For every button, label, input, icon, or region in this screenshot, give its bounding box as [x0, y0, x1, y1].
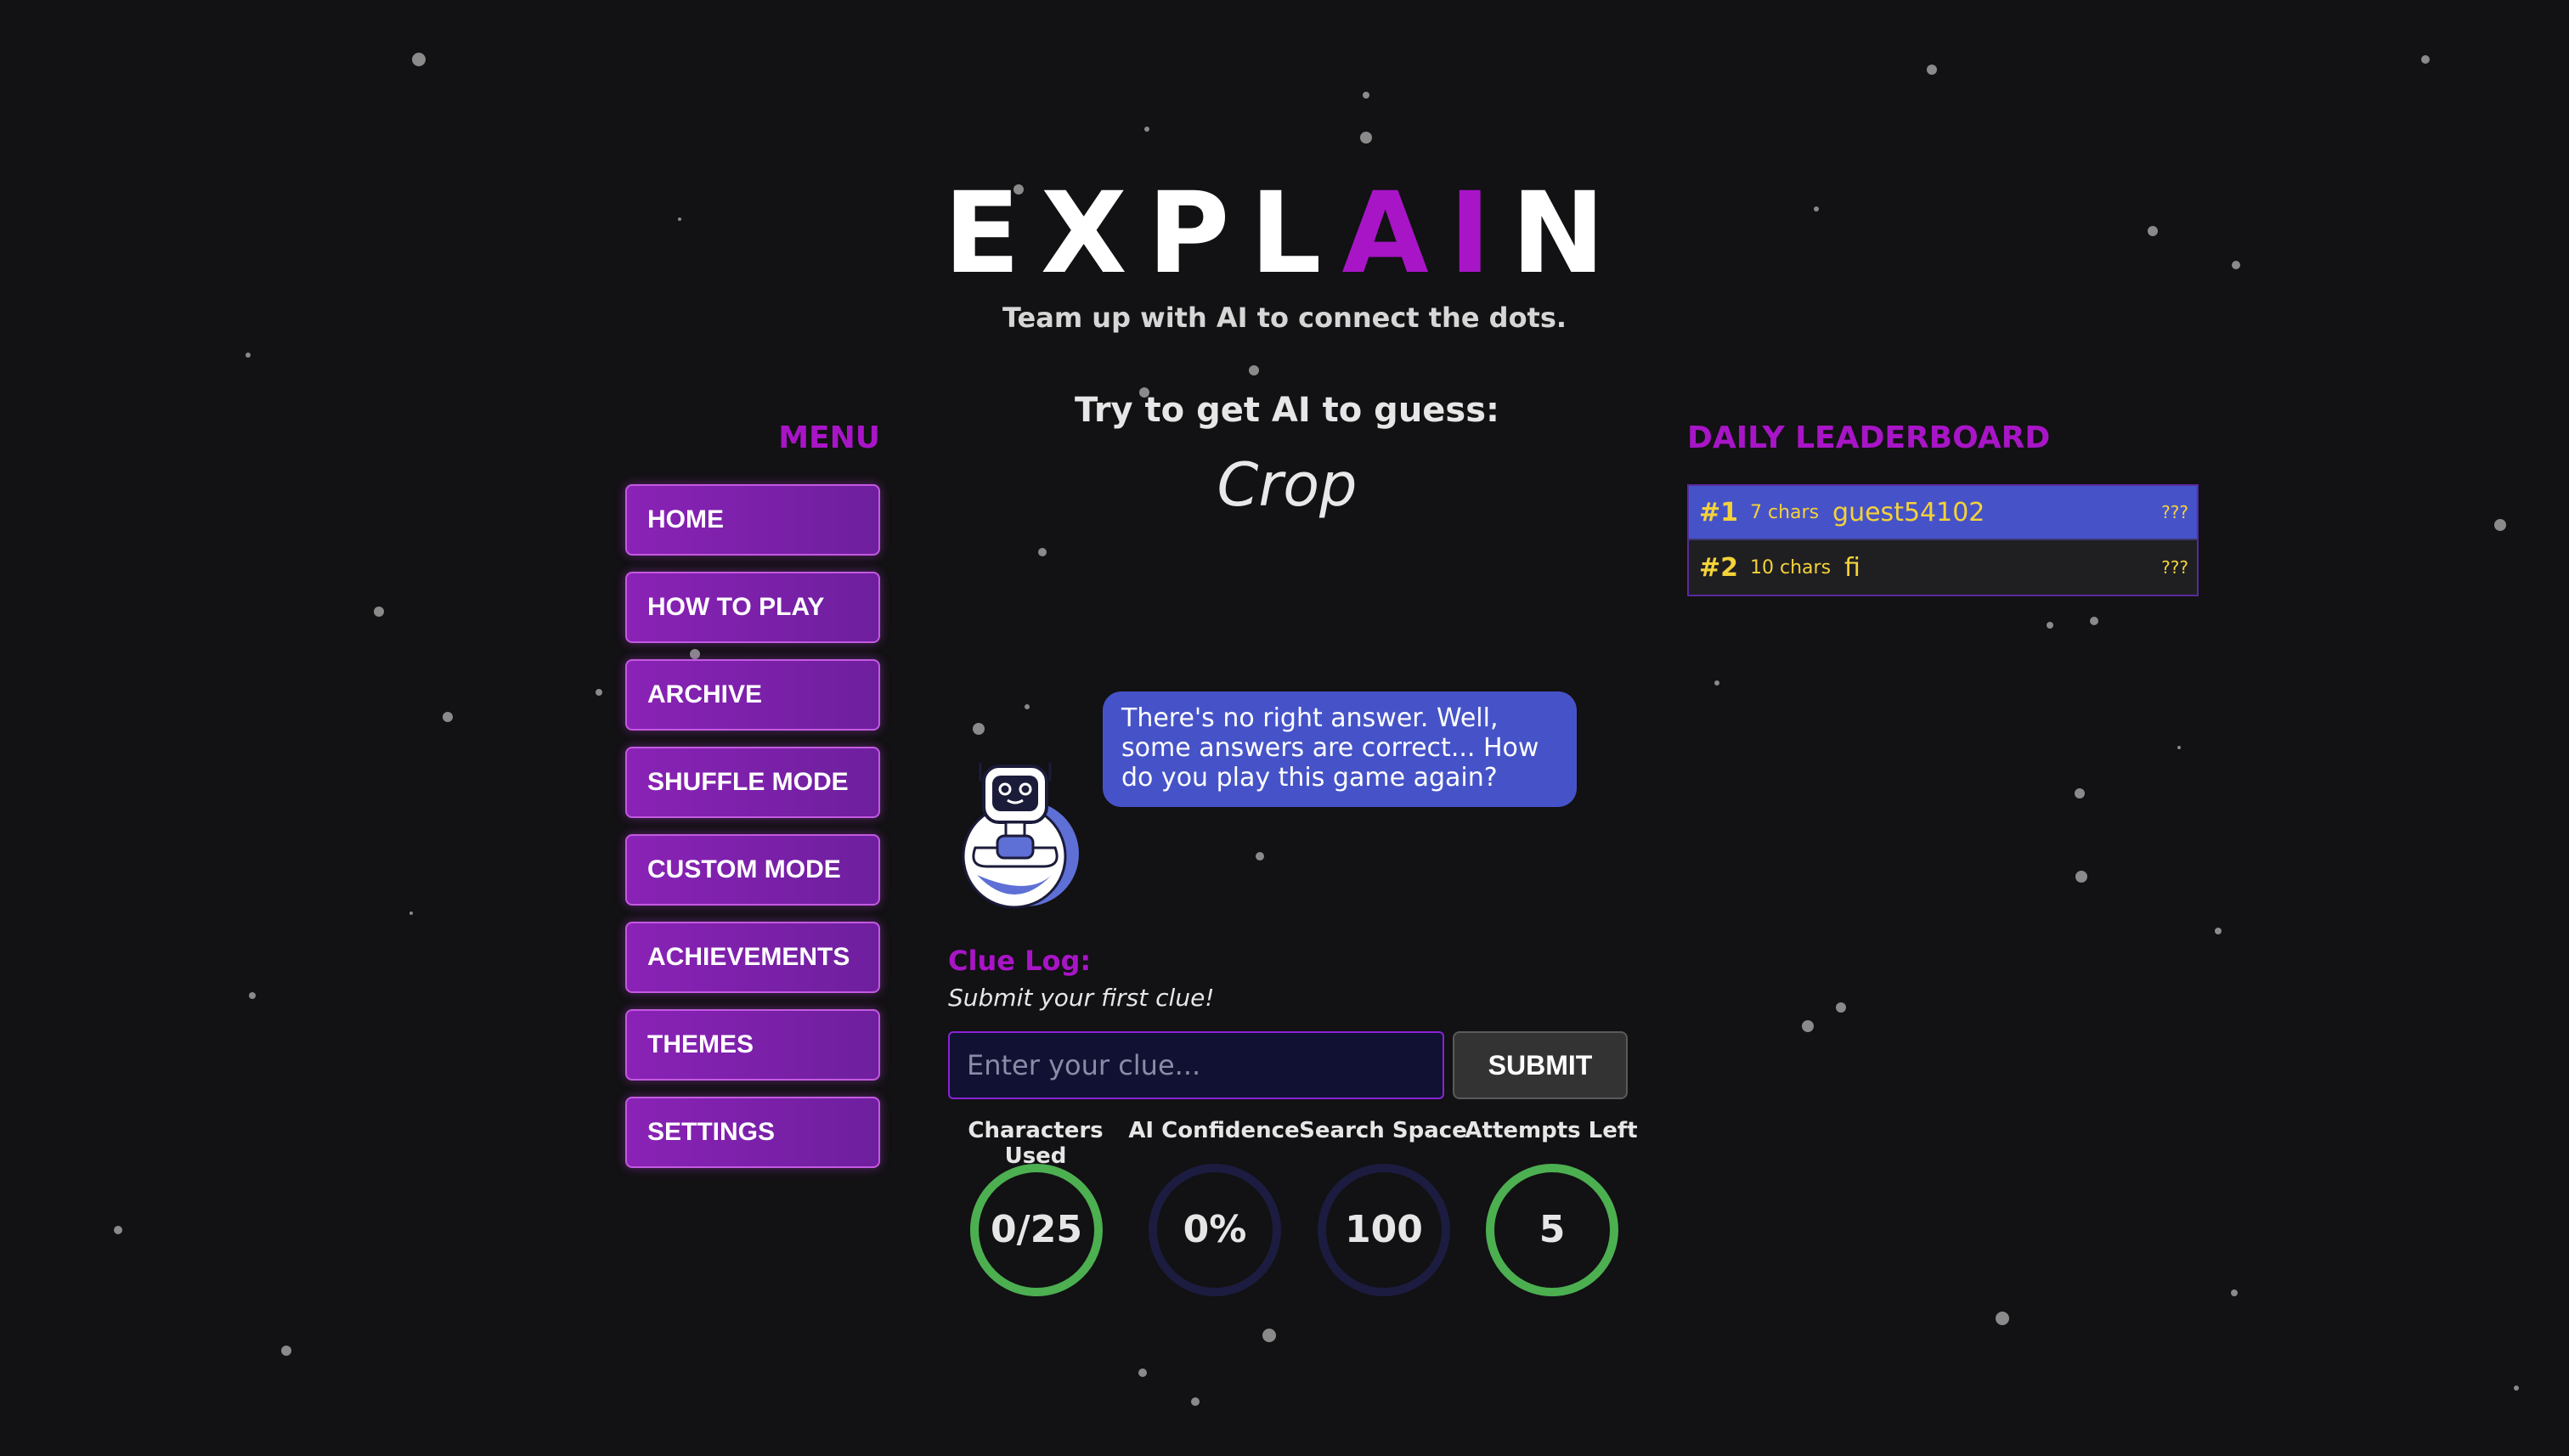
clue-log-empty-message: Submit your first clue! [948, 984, 1215, 1012]
menu-how-to-play-button[interactable]: HOW TO PLAY [625, 572, 880, 643]
star [443, 712, 453, 722]
star [2231, 1290, 2238, 1296]
star [1363, 92, 1369, 99]
leaderboard-chars: 10 chars [1750, 556, 1832, 578]
game-page: EXPLAIN Team up with AI to connect the d… [0, 0, 2569, 1456]
search-space-value: 100 [1345, 1208, 1423, 1251]
star [2421, 55, 2430, 64]
star [1256, 852, 1264, 861]
attempts-left-value: 5 [1539, 1208, 1566, 1251]
star [412, 53, 426, 66]
star [1144, 127, 1149, 132]
star [1249, 365, 1259, 375]
ai-speech-bubble: There's no right answer. Well, some answ… [1103, 691, 1577, 807]
star [1191, 1397, 1200, 1406]
clue-input[interactable] [948, 1031, 1444, 1099]
star [409, 911, 413, 915]
star [596, 689, 602, 696]
star [2047, 622, 2053, 629]
star [2075, 788, 2085, 799]
characters-used-value: 0/25 [991, 1208, 1082, 1251]
logo-text-accent: AI [1341, 168, 1511, 299]
star [281, 1346, 291, 1356]
stat-label-search-space: Search Space [1299, 1118, 1467, 1143]
stat-label-attempts-left: Attempts Left [1465, 1118, 1638, 1143]
leaderboard-chars: 7 chars [1750, 501, 1820, 523]
star [1996, 1312, 2009, 1325]
star [2075, 871, 2087, 883]
submit-button[interactable]: SUBMIT [1453, 1031, 1628, 1099]
stat-label-characters-used: Characters Used [968, 1118, 1104, 1169]
star [246, 353, 251, 358]
logo-text-end: N [1510, 168, 1626, 299]
star [1802, 1020, 1814, 1032]
menu-custom-mode-button[interactable]: CUSTOM MODE [625, 834, 880, 906]
star [1360, 132, 1372, 144]
star [1025, 704, 1030, 709]
menu-home-button[interactable]: HOME [625, 484, 880, 556]
star [1836, 1002, 1846, 1013]
logo-text-start: EXPL [943, 168, 1342, 299]
menu-shuffle-mode-button[interactable]: SHUFFLE MODE [625, 747, 880, 818]
ai-confidence-value: 0% [1183, 1208, 1247, 1251]
menu-themes-button[interactable]: THEMES [625, 1009, 880, 1081]
star [1038, 548, 1047, 556]
menu-archive-button[interactable]: ARCHIVE [625, 659, 880, 731]
guess-prompt: Try to get AI to guess: [1074, 391, 1500, 430]
tagline: Team up with AI to connect the dots. [1002, 302, 1567, 334]
leaderboard-row: #1 7 chars guest54102 ??? [1689, 486, 2197, 540]
star [2090, 617, 2098, 625]
star [2494, 519, 2506, 531]
leaderboard-rank: #1 [1699, 497, 1739, 528]
star [2215, 928, 2222, 934]
leaderboard-title: DAILY LEADERBOARD [1687, 420, 2051, 455]
menu-settings-button[interactable]: SETTINGS [625, 1097, 880, 1168]
leaderboard-hidden-answer: ??? [2161, 557, 2188, 578]
star [2514, 1385, 2519, 1391]
star [1927, 65, 1937, 75]
robot-avatar-icon [962, 763, 1079, 909]
star [249, 992, 256, 999]
star [114, 1226, 122, 1234]
menu-title: MENU [778, 420, 880, 455]
leaderboard-player-name: guest54102 [1832, 497, 1985, 528]
star [1138, 1369, 1147, 1377]
target-word: Crop [1217, 450, 1358, 520]
star [1714, 680, 1719, 686]
leaderboard-hidden-answer: ??? [2161, 502, 2188, 522]
leaderboard-player-name: fi [1844, 552, 1860, 583]
leaderboard-list: #1 7 chars guest54102 ??? #2 10 chars fi… [1687, 484, 2199, 596]
leaderboard-rank: #2 [1699, 552, 1739, 583]
star [690, 649, 700, 659]
leaderboard-row: #2 10 chars fi ??? [1689, 540, 2197, 595]
clue-log-title: Clue Log: [948, 945, 1092, 977]
star [1262, 1329, 1276, 1342]
stat-label-ai-confidence: AI Confidence [1128, 1118, 1300, 1143]
menu-achievements-button[interactable]: ACHIEVEMENTS [625, 922, 880, 993]
star [2177, 746, 2181, 749]
star [973, 723, 985, 735]
game-logo: EXPLAIN [0, 170, 2569, 297]
star [374, 607, 384, 617]
